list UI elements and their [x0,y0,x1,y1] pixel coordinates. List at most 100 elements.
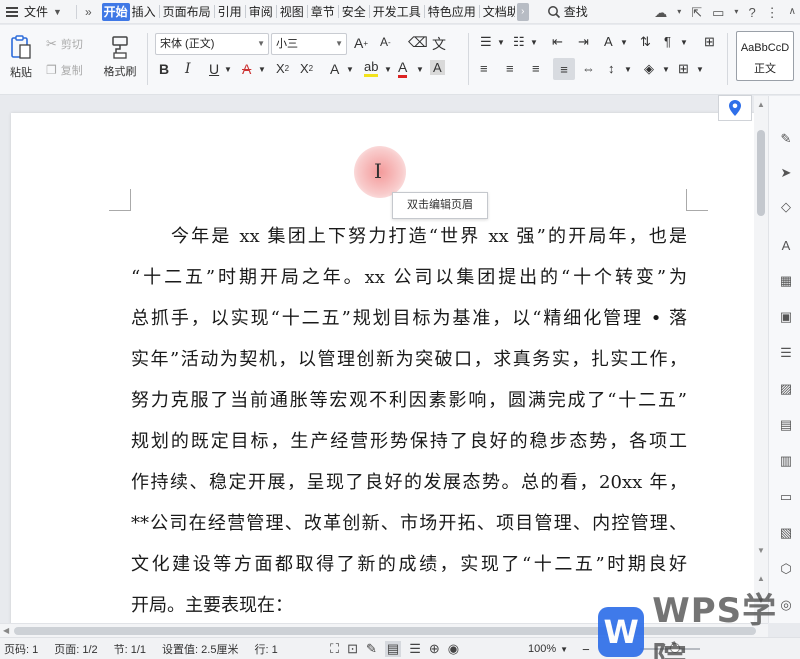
vertical-scrollbar[interactable]: ▲ ▼ ▲ ▼ [754,96,768,623]
pinyin-icon[interactable]: A [604,34,613,49]
fullscreen-icon[interactable]: ⛶ [330,641,339,657]
underline-icon[interactable]: U [209,61,219,77]
superscript-icon[interactable]: X2 [276,61,289,76]
paste-button[interactable]: 粘贴 [4,31,38,83]
settings-sliders-icon[interactable]: ☰ [777,344,795,362]
document-body[interactable]: 今年是 xx 集团上下努力打造“世界 xx 强”的开局年，也是 “十二五”时期开… [131,216,687,623]
align-right-icon[interactable]: ≡ [532,61,540,76]
highlight-icon[interactable]: ab [364,59,379,77]
strikethrough-icon[interactable]: A [242,61,251,77]
copy-button[interactable]: ❐ 复制 [46,61,83,79]
font-color-icon[interactable]: A [398,59,408,78]
cut-button[interactable]: ✂ 剪切 [46,35,83,53]
location-pin-button[interactable] [718,95,752,121]
row-info[interactable]: 行: 1 [254,641,277,657]
page-view-icon[interactable]: ▤ [384,641,402,657]
book-icon[interactable]: ▥ [777,452,795,470]
table-icon[interactable]: ▦ [777,272,795,290]
increase-indent-icon[interactable]: ⇥ [578,34,589,50]
show-marks-icon[interactable]: ¶ [664,34,671,49]
character-shading-icon[interactable]: A [430,60,445,75]
position-setting[interactable]: 设置值: 2.5厘米 [162,641,238,657]
align-center-icon[interactable]: ≡ [506,61,514,76]
more-tabs-button[interactable]: » [85,5,92,19]
align-left-icon[interactable]: ≡ [480,61,488,76]
tab-chapter[interactable]: 章节 [309,3,337,21]
tab-references[interactable]: 引用 [216,3,244,21]
chevron-down-icon[interactable]: ▼ [416,65,424,74]
subscript-icon[interactable]: X2 [300,61,313,76]
apps-icon[interactable]: ▣ [777,308,795,326]
scrollbar-thumb[interactable] [757,130,765,216]
read-mode-icon[interactable]: ◉ [448,641,459,657]
select-pointer-icon[interactable]: ➤ [777,164,795,182]
text-style-icon[interactable]: A [777,236,795,254]
tab-view[interactable]: 视图 [278,3,306,21]
clear-format-icon[interactable]: ⌫ [408,34,428,51]
collapse-ribbon-icon[interactable]: ∧ [789,7,796,17]
scroll-down-icon[interactable]: ▼ [757,546,765,555]
chevron-down-icon[interactable]: ▾ [734,8,738,16]
tab-doc-assistant[interactable]: 文档助 [481,3,515,21]
document-page[interactable]: I 双击编辑页眉 今年是 xx 集团上下努力打造“世界 xx 强”的开局年，也是… [11,113,754,623]
chevron-down-icon[interactable]: ▼ [224,65,232,74]
zoom-out-icon[interactable]: − [582,642,590,657]
shrink-font-icon[interactable]: A- [380,35,391,49]
protect-eye-icon[interactable]: ✎ [366,641,377,657]
style-normal[interactable]: AaBbCcD 正文 [736,31,794,81]
zoom-level[interactable]: 100% [528,643,556,655]
chevron-down-icon[interactable]: ▼ [497,38,505,47]
table-insert-icon[interactable]: ⊞ [704,34,715,50]
help-icon[interactable]: ? [748,6,755,19]
font-size-select[interactable]: 小三 ▼ [271,33,347,55]
more-icon[interactable]: ⋮ [766,6,779,19]
sort-icon[interactable]: ⇅ [640,34,651,50]
tab-developer[interactable]: 开发工具 [371,3,423,21]
italic-icon[interactable]: I [185,61,191,77]
chevron-down-icon[interactable]: ▼ [662,65,670,74]
tab-home[interactable]: 开始 [101,2,130,21]
page-count[interactable]: 页面: 1/2 [54,641,97,657]
scroll-left-icon[interactable]: ◀ [3,626,9,635]
chevron-down-icon[interactable]: ▼ [620,38,628,47]
tab-insert[interactable]: 插入 [130,3,158,21]
edit-icon[interactable]: ✎ [777,130,795,148]
cloud-sync-icon[interactable]: ☁ [654,6,667,19]
chevron-down-icon[interactable]: ▼ [258,65,266,74]
comment-icon[interactable]: ▤ [777,416,795,434]
image-icon[interactable]: ▨ [777,380,795,398]
tab-security[interactable]: 安全 [340,3,368,21]
borders-icon[interactable]: ⊞ [678,61,689,77]
numbered-list-icon[interactable]: ☷ [513,34,525,50]
chevron-down-icon[interactable]: ▼ [530,38,538,47]
chevron-down-icon[interactable]: ▼ [346,65,354,74]
scroll-up-icon[interactable]: ▲ [757,100,765,109]
focus-mode-icon[interactable]: ⊡ [347,641,358,657]
chevron-down-icon[interactable]: ▼ [696,65,704,74]
distributed-align-icon[interactable]: ⇔ [582,61,595,76]
chevron-down-icon[interactable]: ▼ [680,38,688,47]
tab-special-apps[interactable]: 特色应用 [426,3,478,21]
chevron-down-icon[interactable]: ▼ [384,65,392,74]
share-icon[interactable]: ⇱ [691,6,702,19]
chevron-down-icon[interactable]: ▾ [677,8,681,16]
font-name-select[interactable]: 宋体 (正文) ▼ [155,33,269,55]
decrease-indent-icon[interactable]: ⇤ [552,34,563,50]
tab-review[interactable]: 审阅 [247,3,275,21]
tab-page-layout[interactable]: 页面布局 [161,3,213,21]
page-number[interactable]: 页码: 1 [4,641,38,657]
picture-icon[interactable]: ▧ [777,524,795,542]
file-menu[interactable]: 文件 ▼ [0,0,68,24]
outline-view-icon[interactable]: ☰ [409,641,421,657]
shapes-icon[interactable]: ◇ [777,198,795,216]
chevron-down-icon[interactable]: ▼ [560,645,568,654]
chevron-down-icon[interactable]: ▼ [624,65,632,74]
justify-icon[interactable]: ≡ [553,58,575,80]
section-info[interactable]: 节: 1/1 [114,641,146,657]
zoom-control[interactable]: 100% ▼ − [528,638,590,659]
shield-icon[interactable]: ⬡ [777,560,795,578]
tab-scroll-right-icon[interactable]: › [516,2,529,21]
text-effect-icon[interactable]: A [330,61,339,77]
bold-icon[interactable]: B [159,61,169,77]
line-spacing-icon[interactable]: ↕ [608,61,615,76]
